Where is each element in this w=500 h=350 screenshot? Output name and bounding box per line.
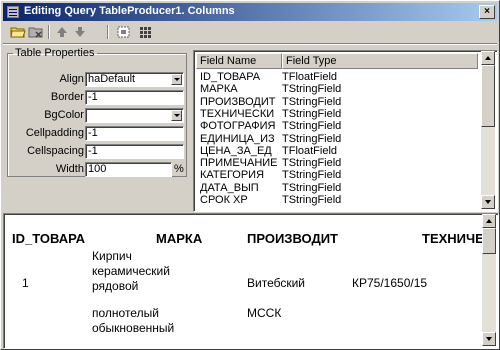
- table-preview[interactable]: ID_ТОВАРА МАРКА ПРОИЗВОДИТ ТЕХНИЧЕ 1 Кир…: [3, 213, 499, 349]
- preview-cell-marka-line1: Кирпич: [92, 249, 132, 263]
- field-name: ПРОИЗВОДИТ: [200, 95, 276, 108]
- preview-scrollbar[interactable]: [482, 214, 496, 346]
- field-name: ID_ТОВАРА: [200, 71, 261, 83]
- scroll-down-button[interactable]: [481, 195, 495, 209]
- preview-cell-maker2: МССК: [247, 306, 282, 320]
- preview-cell-maker: Витебский: [247, 276, 306, 290]
- preview-header-id: ID_ТОВАРА: [12, 231, 86, 246]
- field-type: TStringField: [282, 83, 342, 96]
- field-name: ЕДИНИЦА_ИЗ: [200, 132, 275, 145]
- field-list-scrollbar[interactable]: [481, 51, 495, 209]
- field-type: TStringField: [282, 120, 342, 133]
- field-name: ФОТОГРАФИЯ: [200, 120, 276, 133]
- field-type: TStringField: [282, 157, 342, 170]
- field-name: ПРИМЕЧАНИЕ: [200, 157, 278, 170]
- cellspacing-label: Cellspacing:: [27, 145, 87, 157]
- border-label: Border:: [50, 91, 87, 103]
- field-name: КАТЕГОРИЯ: [200, 169, 265, 182]
- toolbar-separator: [48, 25, 50, 39]
- width-field[interactable]: 100: [85, 162, 172, 177]
- column-header-field-type[interactable]: Field Type: [282, 53, 478, 69]
- field-list[interactable]: Field Name Field Type ID_ТОВАРА TFloatFie…: [193, 50, 498, 212]
- move-down-arrow-icon[interactable]: [71, 24, 89, 40]
- align-select[interactable]: haDefault: [85, 72, 184, 87]
- field-type: TFloatField: [282, 144, 338, 157]
- table-properties-group: Table Properties Align: haDefault Border…: [7, 47, 187, 177]
- app-icon: [7, 6, 19, 18]
- preview-header-marka: МАРКА: [156, 231, 203, 246]
- column-header-field-name[interactable]: Field Name: [196, 53, 282, 69]
- scroll-down-button[interactable]: [482, 332, 496, 346]
- chevron-down-icon[interactable]: [171, 74, 182, 85]
- preview-cell-marka2-line1: полнотелый: [92, 306, 159, 320]
- preview-header-maker: ПРОИЗВОДИТ: [247, 231, 338, 246]
- chevron-down-icon[interactable]: [171, 110, 182, 121]
- scroll-up-button[interactable]: [482, 214, 496, 228]
- preview-cell-marka2-line2: обыкновенный: [92, 321, 175, 335]
- grid-icon[interactable]: [137, 24, 155, 40]
- select-all-icon[interactable]: [115, 24, 133, 40]
- bgcolor-select[interactable]: [85, 108, 184, 123]
- open-folder-icon[interactable]: [9, 24, 27, 40]
- width-label: Width:: [55, 163, 87, 175]
- bgcolor-label: BgColor:: [44, 109, 87, 121]
- cellspacing-field[interactable]: -1: [85, 144, 184, 159]
- border-field[interactable]: -1: [85, 90, 184, 105]
- field-name: ЦЕНА_ЗА_ЕД: [200, 144, 272, 157]
- field-name: ДАТА_ВЫП: [200, 181, 259, 194]
- field-name: МАРКА: [200, 83, 238, 96]
- folder-delete-icon[interactable]: [27, 24, 45, 40]
- preview-cell-id: 1: [22, 276, 29, 290]
- width-unit: %: [174, 163, 184, 175]
- scroll-up-button[interactable]: [481, 51, 495, 65]
- preview-cell-marka-line3: рядовой: [92, 279, 139, 293]
- field-name: СРОК ХР: [200, 194, 248, 206]
- close-button[interactable]: ×: [479, 5, 495, 19]
- field-type: TStringField: [282, 194, 342, 206]
- move-up-arrow-icon[interactable]: [53, 24, 71, 40]
- align-label: Align:: [59, 73, 87, 85]
- field-type: TStringField: [282, 95, 342, 108]
- toolbar-divider: [3, 43, 497, 45]
- cellpadding-field[interactable]: -1: [85, 126, 184, 141]
- table-properties-legend: Table Properties: [15, 47, 95, 59]
- align-value: haDefault: [88, 73, 136, 85]
- columns-editor-window: Editing Query TableProducer1. Columns ×: [0, 0, 500, 350]
- preview-cell-tech: КР75/1650/15: [352, 276, 428, 290]
- toolbar-separator: [107, 25, 109, 39]
- field-type: TStringField: [282, 107, 342, 120]
- field-list-header: Field Name Field Type: [196, 53, 478, 69]
- scroll-thumb[interactable]: [481, 65, 495, 127]
- field-name: ТЕХНИЧЕСКИ: [200, 107, 275, 120]
- preview-cell-marka-line2: керамический: [92, 264, 170, 278]
- field-type: TFloatField: [282, 71, 338, 83]
- title-bar[interactable]: Editing Query TableProducer1. Columns ×: [3, 3, 497, 21]
- toolbar: [3, 22, 497, 42]
- field-type: TStringField: [282, 169, 342, 182]
- field-type: TStringField: [282, 132, 342, 145]
- cellpadding-label: Cellpadding:: [25, 127, 87, 139]
- preview-header-tech: ТЕХНИЧЕ: [422, 231, 484, 246]
- scroll-thumb[interactable]: [482, 228, 496, 254]
- window-title: Editing Query TableProducer1. Columns: [24, 5, 235, 17]
- field-type: TStringField: [282, 181, 342, 194]
